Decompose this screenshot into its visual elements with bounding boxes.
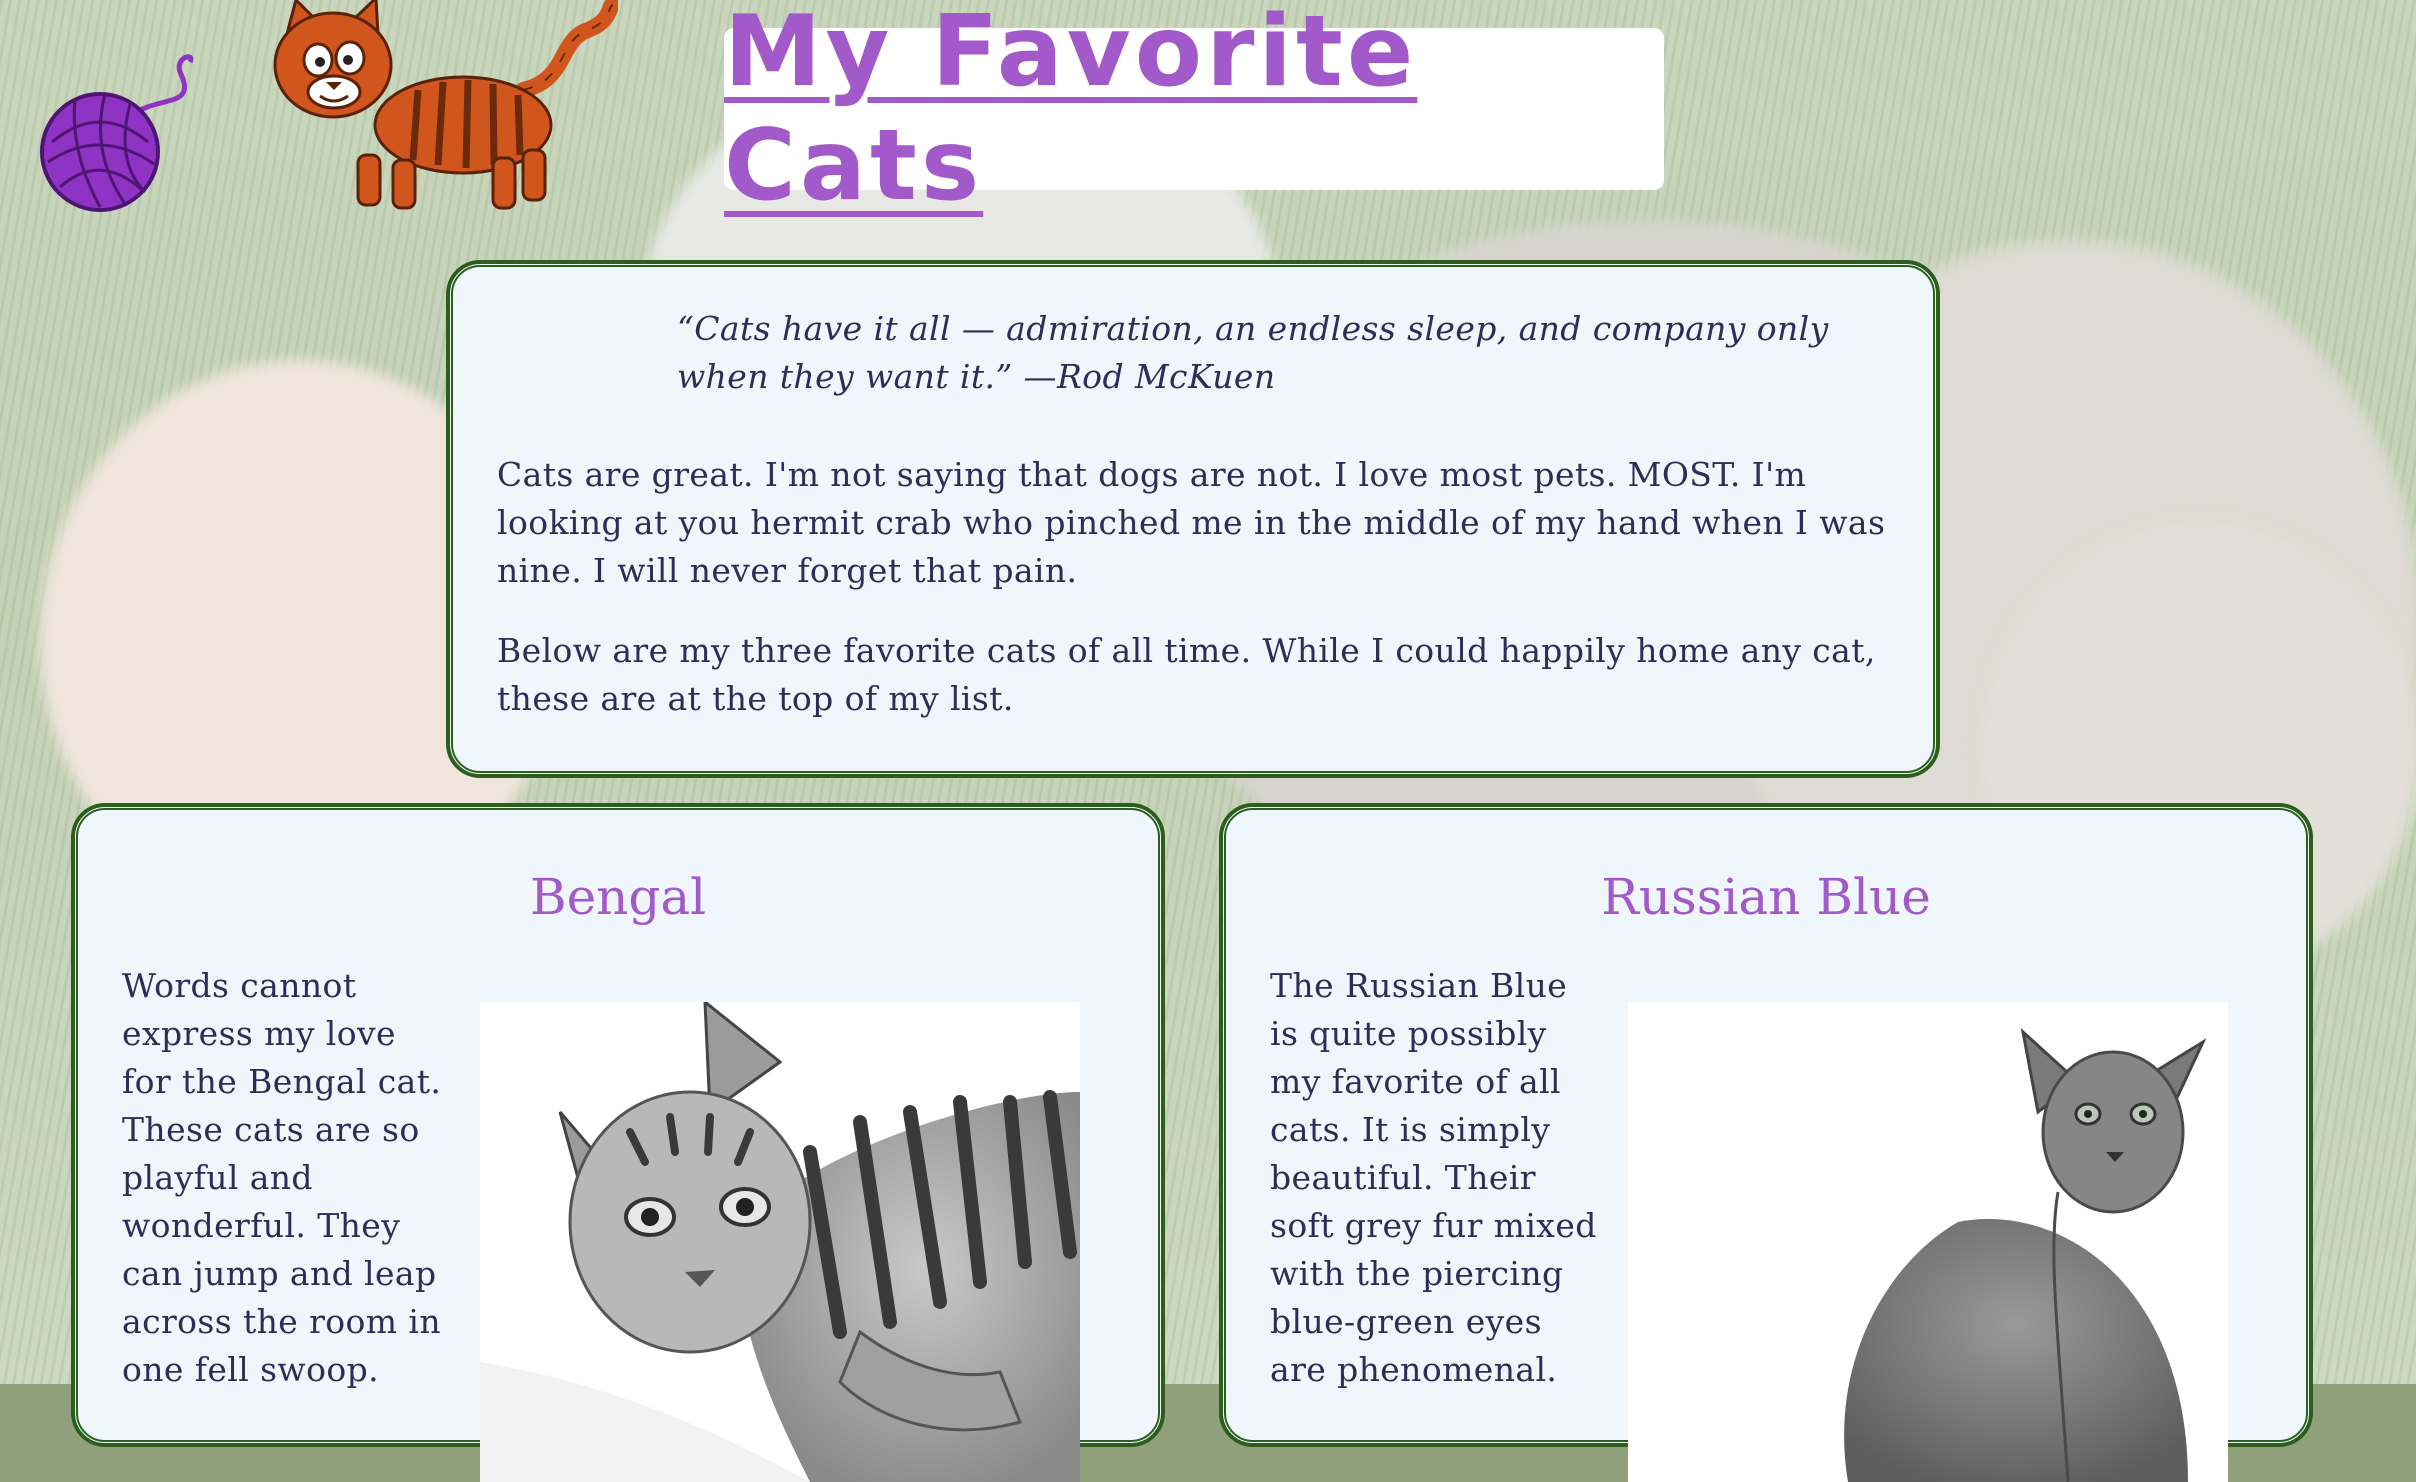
bengal-photo: [480, 1002, 1080, 1482]
yarn-ball-icon: [30, 52, 200, 222]
russian-blue-description: The Russian Blue is quite possibly my fa…: [1270, 966, 1597, 1389]
russian-blue-card: Russian Blue The Russian Blue is quite p…: [1221, 805, 2311, 1482]
intro-paragraph-1: Cats are great. I'm not saying that dogs…: [497, 455, 1886, 590]
intro-paragraph-2: Below are my three favorite cats of all …: [497, 631, 1876, 718]
bengal-card: Bengal Words cannot express my love for …: [73, 805, 1163, 1482]
intro-card: “Cats have it all — admiration, an endle…: [448, 262, 1938, 776]
russian-blue-photo: [1628, 1002, 2228, 1482]
rod-mckuen-quote: “Cats have it all — admiration, an endle…: [677, 309, 1829, 396]
russian-blue-heading: Russian Blue: [1601, 868, 1931, 926]
title-banner: My Favorite Cats: [724, 0, 1664, 223]
bengal-heading: Bengal: [529, 868, 707, 926]
bengal-description: Words cannot express my love for the Ben…: [122, 966, 442, 1389]
page-title[interactable]: My Favorite Cats: [724, 0, 1664, 223]
cartoon-cat-icon: [268, 0, 621, 215]
